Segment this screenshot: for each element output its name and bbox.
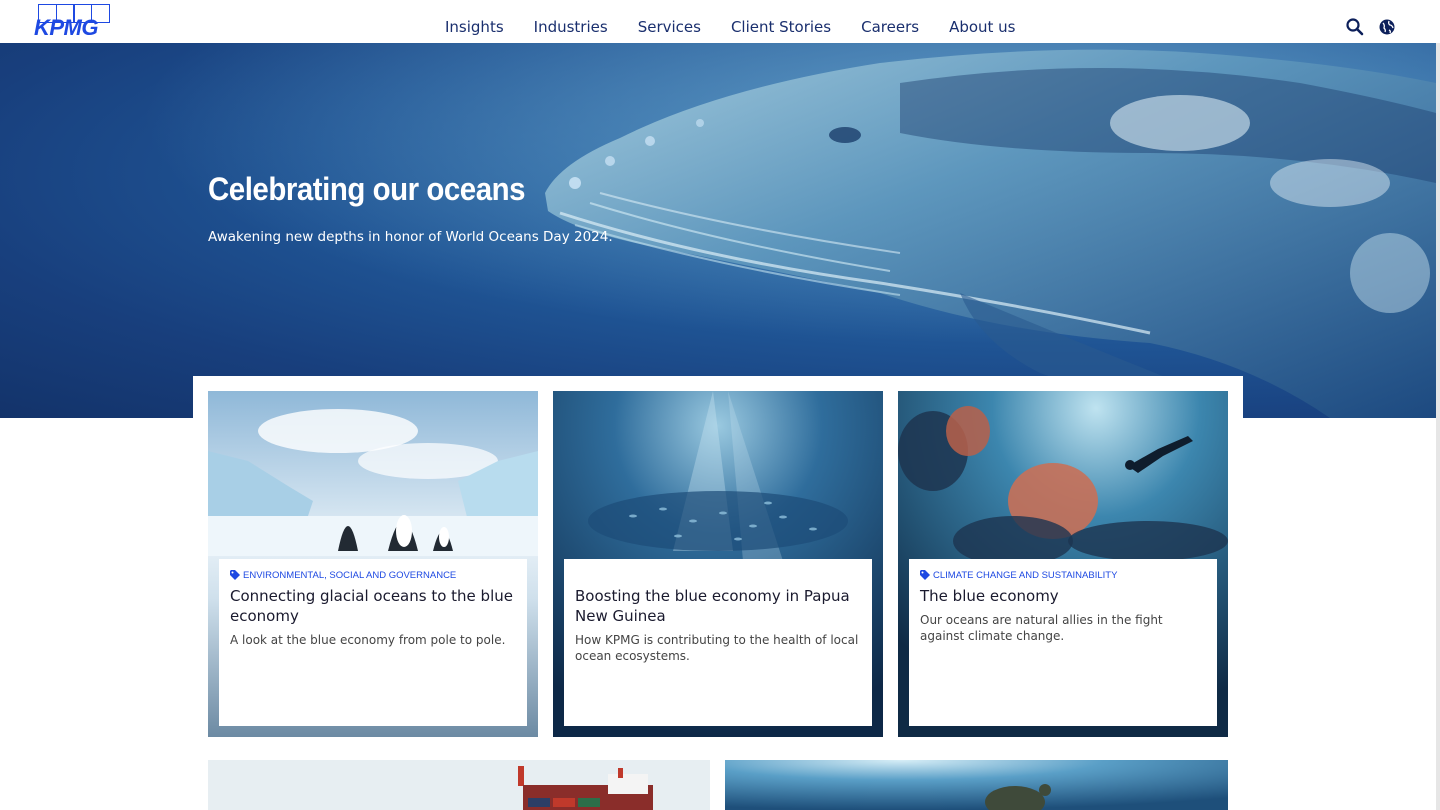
sea-turtle-image bbox=[725, 760, 1228, 810]
card-description: A look at the blue economy from pole to … bbox=[230, 633, 506, 647]
card-body: Boosting the blue economy in Papua New G… bbox=[564, 559, 872, 726]
hero-banner: Celebrating our oceans Awakening new dep… bbox=[0, 43, 1436, 418]
hero-subtitle: Awakening new depths in honor of World O… bbox=[208, 229, 613, 245]
card-title[interactable]: Connecting glacial oceans to the blue ec… bbox=[230, 586, 516, 626]
card-glacial-oceans[interactable]: ENVIRONMENTAL, SOCIAL AND GOVERNANCE Con… bbox=[208, 391, 538, 737]
nav-industries[interactable]: Industries bbox=[534, 18, 608, 36]
page-scrollbar[interactable] bbox=[1436, 43, 1440, 810]
nav-services[interactable]: Services bbox=[638, 18, 701, 36]
card-tag bbox=[575, 568, 861, 582]
card-papua-new-guinea[interactable]: Boosting the blue economy in Papua New G… bbox=[553, 391, 883, 737]
cargo-ship-image bbox=[208, 760, 710, 810]
kpmg-logo[interactable]: KPMG bbox=[34, 4, 114, 40]
card-body: ENVIRONMENTAL, SOCIAL AND GOVERNANCE Con… bbox=[219, 559, 527, 726]
card-tag[interactable]: ENVIRONMENTAL, SOCIAL AND GOVERNANCE bbox=[230, 568, 516, 582]
tag-icon bbox=[920, 570, 930, 580]
card-turtle-preview[interactable] bbox=[725, 760, 1228, 810]
card-title[interactable]: The blue economy bbox=[920, 586, 1206, 606]
tag-icon bbox=[230, 570, 240, 580]
hero-title: Celebrating our oceans bbox=[208, 171, 526, 207]
card-blue-economy[interactable]: CLIMATE CHANGE AND SUSTAINABILITY The bl… bbox=[898, 391, 1228, 737]
card-tag-label: ENVIRONMENTAL, SOCIAL AND GOVERNANCE bbox=[243, 569, 457, 581]
site-header: KPMG Insights Industries Services Client… bbox=[0, 0, 1440, 43]
card-body: CLIMATE CHANGE AND SUSTAINABILITY The bl… bbox=[909, 559, 1217, 726]
card-tag[interactable]: CLIMATE CHANGE AND SUSTAINABILITY bbox=[920, 568, 1206, 582]
card-shipping-preview[interactable] bbox=[208, 760, 710, 810]
card-description: How KPMG is contributing to the health o… bbox=[575, 633, 859, 663]
search-icon[interactable] bbox=[1345, 17, 1365, 37]
nav-about-us[interactable]: About us bbox=[949, 18, 1015, 36]
nav-insights[interactable]: Insights bbox=[445, 18, 504, 36]
logo-wordmark: KPMG bbox=[34, 15, 99, 40]
nav-careers[interactable]: Careers bbox=[861, 18, 919, 36]
globe-icon[interactable] bbox=[1377, 17, 1397, 37]
main-nav: Insights Industries Services Client Stor… bbox=[430, 18, 1031, 36]
nav-client-stories[interactable]: Client Stories bbox=[731, 18, 831, 36]
card-title[interactable]: Boosting the blue economy in Papua New G… bbox=[575, 586, 861, 626]
card-description: Our oceans are natural allies in the fig… bbox=[920, 613, 1163, 643]
card-tag-label: CLIMATE CHANGE AND SUSTAINABILITY bbox=[933, 569, 1118, 581]
